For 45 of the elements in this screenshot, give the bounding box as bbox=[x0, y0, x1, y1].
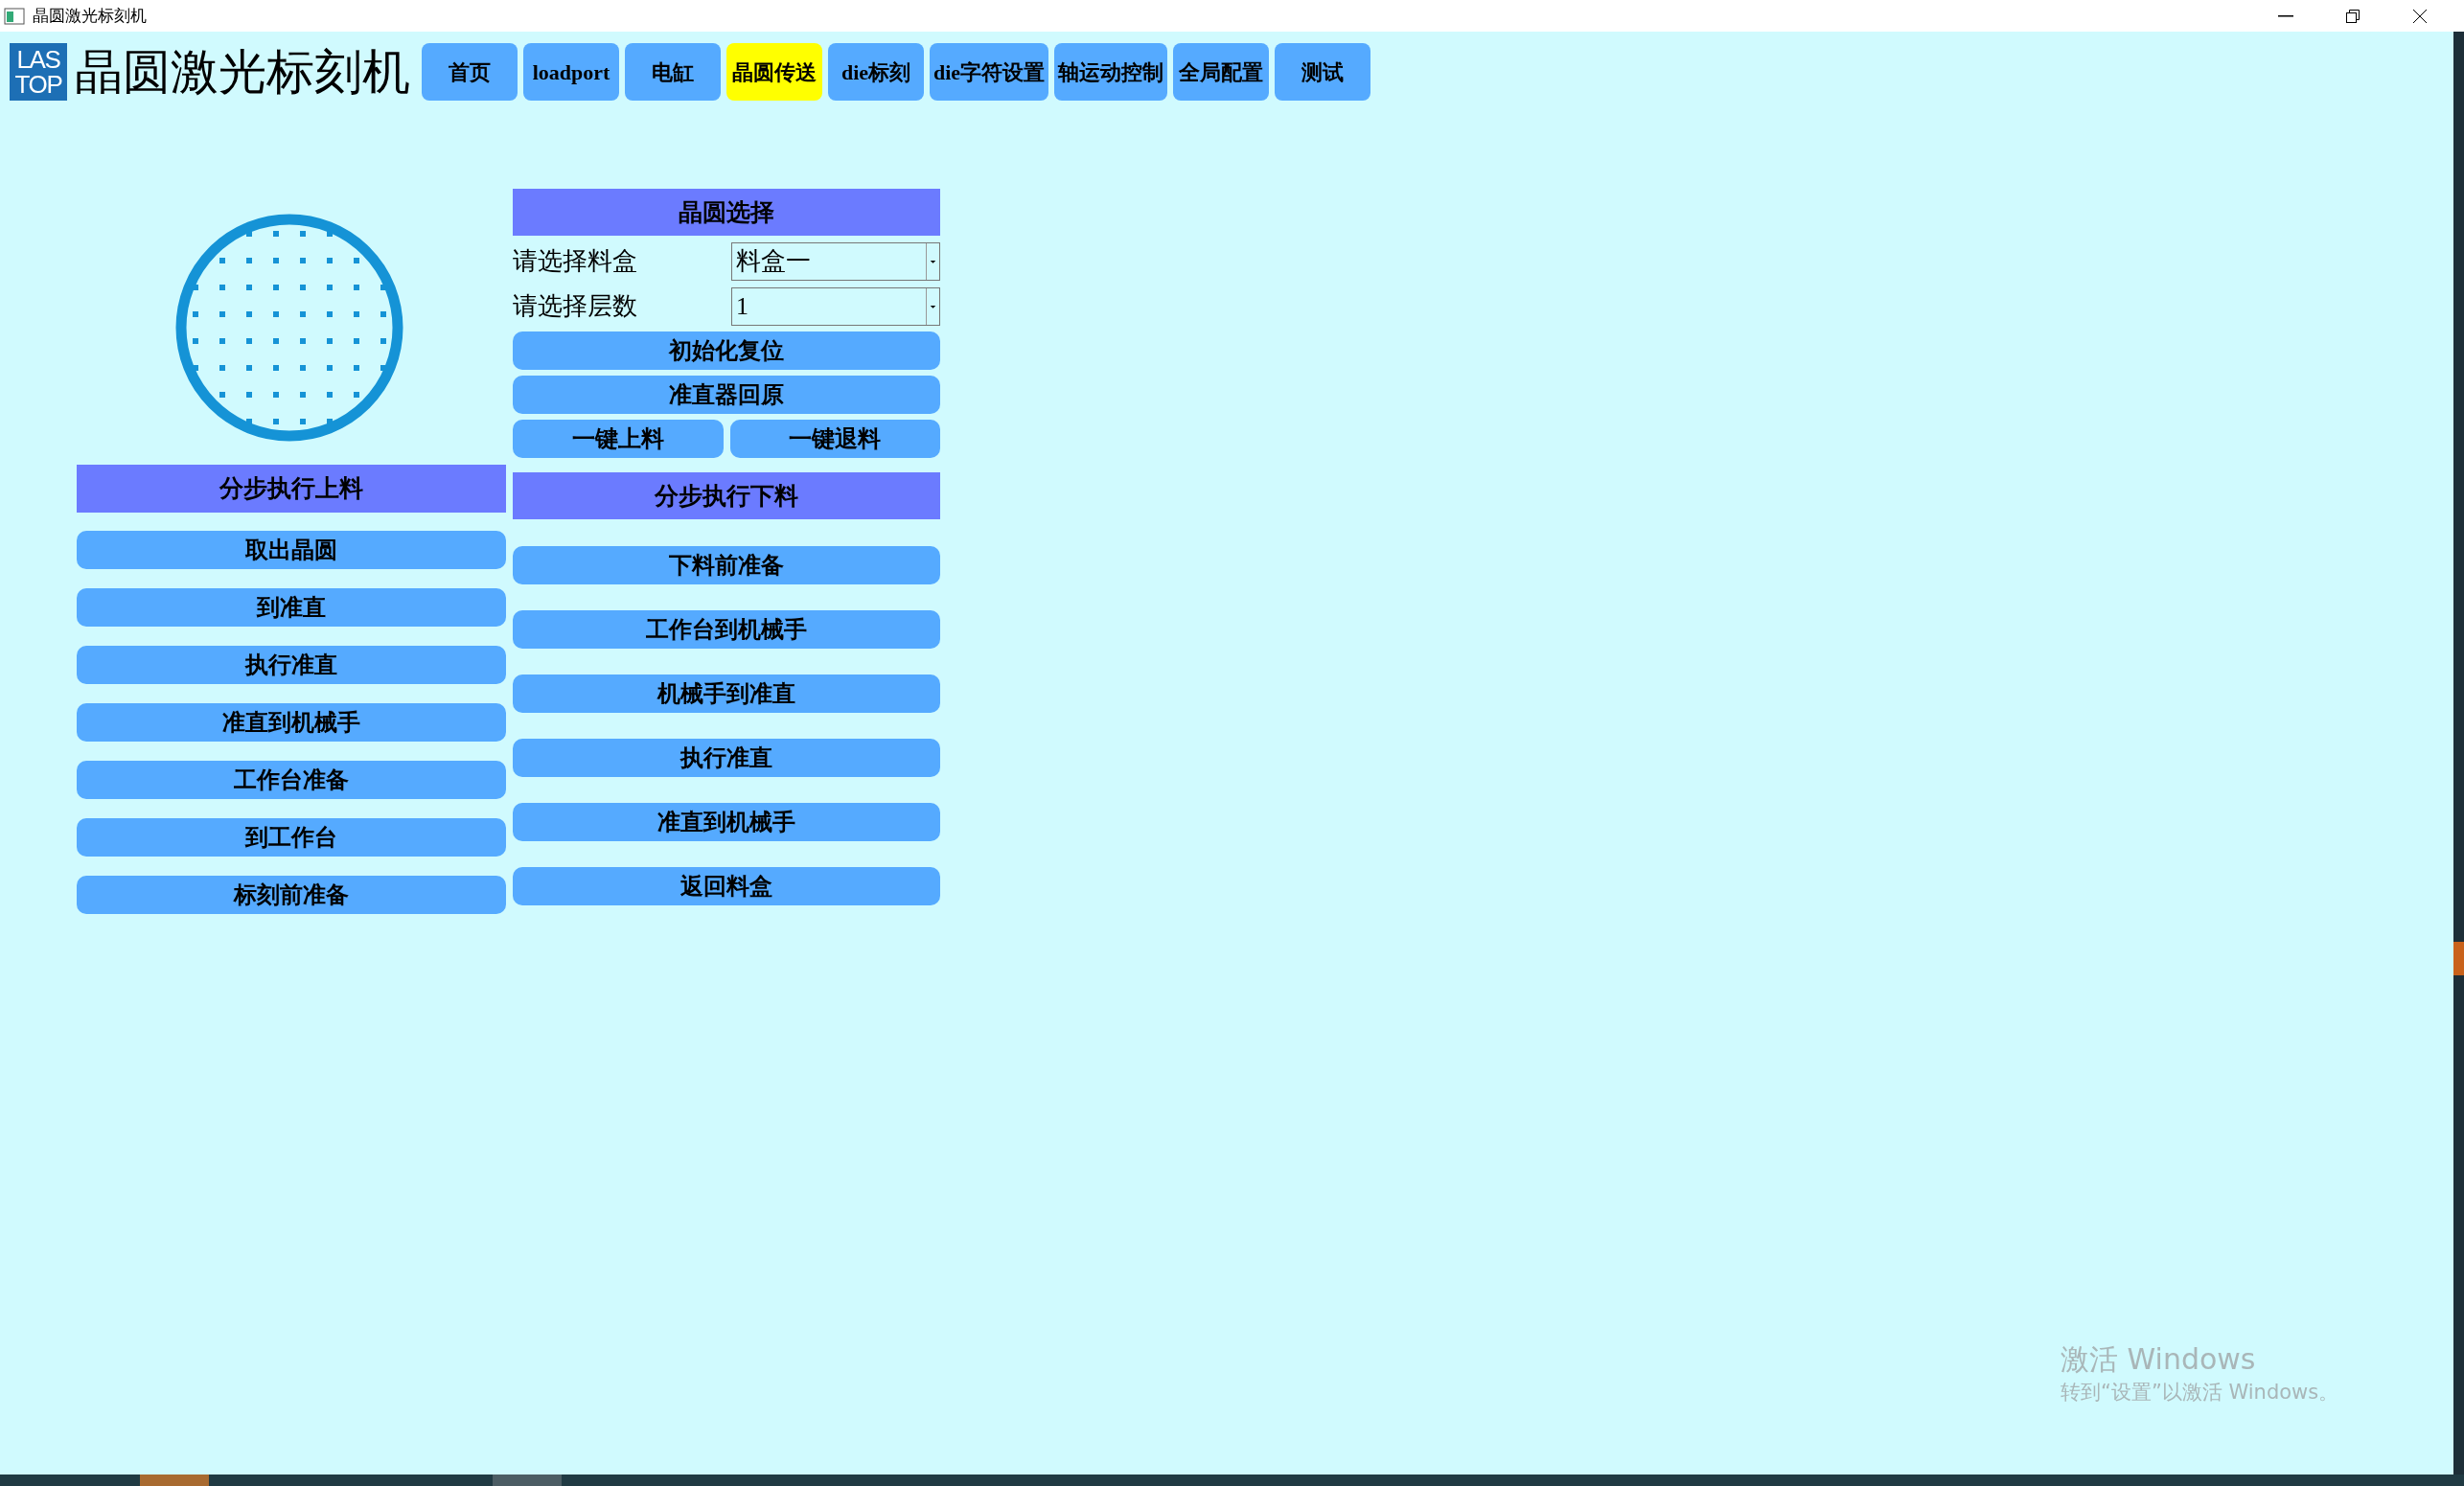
step-button[interactable]: 执行准直 bbox=[513, 739, 940, 777]
step-button[interactable]: 到工作台 bbox=[77, 818, 506, 857]
app-title: 晶圆激光标刻机 bbox=[75, 48, 411, 96]
step-button[interactable]: 下料前准备 bbox=[513, 546, 940, 584]
minimize-icon bbox=[2278, 14, 2293, 17]
taskbar-item[interactable] bbox=[493, 1475, 562, 1486]
section-header: 分步执行下料 bbox=[513, 472, 940, 519]
edge-marker bbox=[2453, 942, 2464, 975]
action-button[interactable]: 准直器回原 bbox=[513, 376, 940, 414]
step-button[interactable]: 机械手到准直 bbox=[513, 674, 940, 713]
step-button[interactable]: 工作台准备 bbox=[77, 761, 506, 799]
step-button[interactable]: 准直到机械手 bbox=[513, 803, 940, 841]
restore-icon bbox=[2345, 8, 2360, 24]
taskbar-item[interactable] bbox=[140, 1475, 209, 1486]
activation-title: 激活 Windows bbox=[2061, 1341, 2257, 1378]
nav-tab[interactable]: 全局配置 bbox=[1173, 43, 1270, 101]
activation-message: 转到“设置”以激活 Windows。 bbox=[2061, 1379, 2340, 1406]
step-button[interactable]: 准直到机械手 bbox=[77, 703, 506, 742]
nav-tab[interactable]: die字符设置 bbox=[930, 43, 1049, 101]
app-icon bbox=[4, 7, 25, 25]
logo: LAS TOP bbox=[10, 43, 67, 101]
step-button[interactable]: 执行准直 bbox=[77, 646, 506, 684]
section-header: 晶圆选择 bbox=[513, 189, 940, 236]
step-button[interactable]: 标刻前准备 bbox=[77, 876, 506, 914]
field-label: 请选择层数 bbox=[513, 291, 638, 322]
step-button[interactable]: 取出晶圆 bbox=[77, 531, 506, 569]
nav-tab[interactable]: loadport bbox=[523, 43, 619, 101]
section-header: 分步执行上料 bbox=[77, 465, 506, 513]
nav-tab[interactable]: 测试 bbox=[1275, 43, 1371, 101]
dropdown[interactable]: 1 bbox=[731, 286, 940, 326]
action-button[interactable]: 一键上料 bbox=[513, 420, 724, 458]
dropdown[interactable]: 料盒一 bbox=[731, 241, 940, 281]
nav-tab[interactable]: 电缸 bbox=[625, 43, 721, 101]
close-icon bbox=[2412, 8, 2428, 24]
action-button[interactable]: 一键退料 bbox=[729, 420, 940, 458]
nav-tab[interactable]: 首页 bbox=[422, 43, 518, 101]
step-button[interactable]: 返回料盒 bbox=[513, 867, 940, 905]
nav-tab[interactable]: die标刻 bbox=[828, 43, 924, 101]
step-button[interactable]: 工作台到机械手 bbox=[513, 610, 940, 649]
nav-tab[interactable]: 晶圆传送 bbox=[726, 43, 822, 101]
nav-tab[interactable]: 轴运动控制 bbox=[1054, 43, 1168, 101]
window-title: 晶圆激光标刻机 bbox=[33, 4, 147, 27]
action-button[interactable]: 初始化复位 bbox=[513, 331, 940, 370]
step-button[interactable]: 到准直 bbox=[77, 588, 506, 627]
field-label: 请选择料盒 bbox=[513, 246, 638, 277]
